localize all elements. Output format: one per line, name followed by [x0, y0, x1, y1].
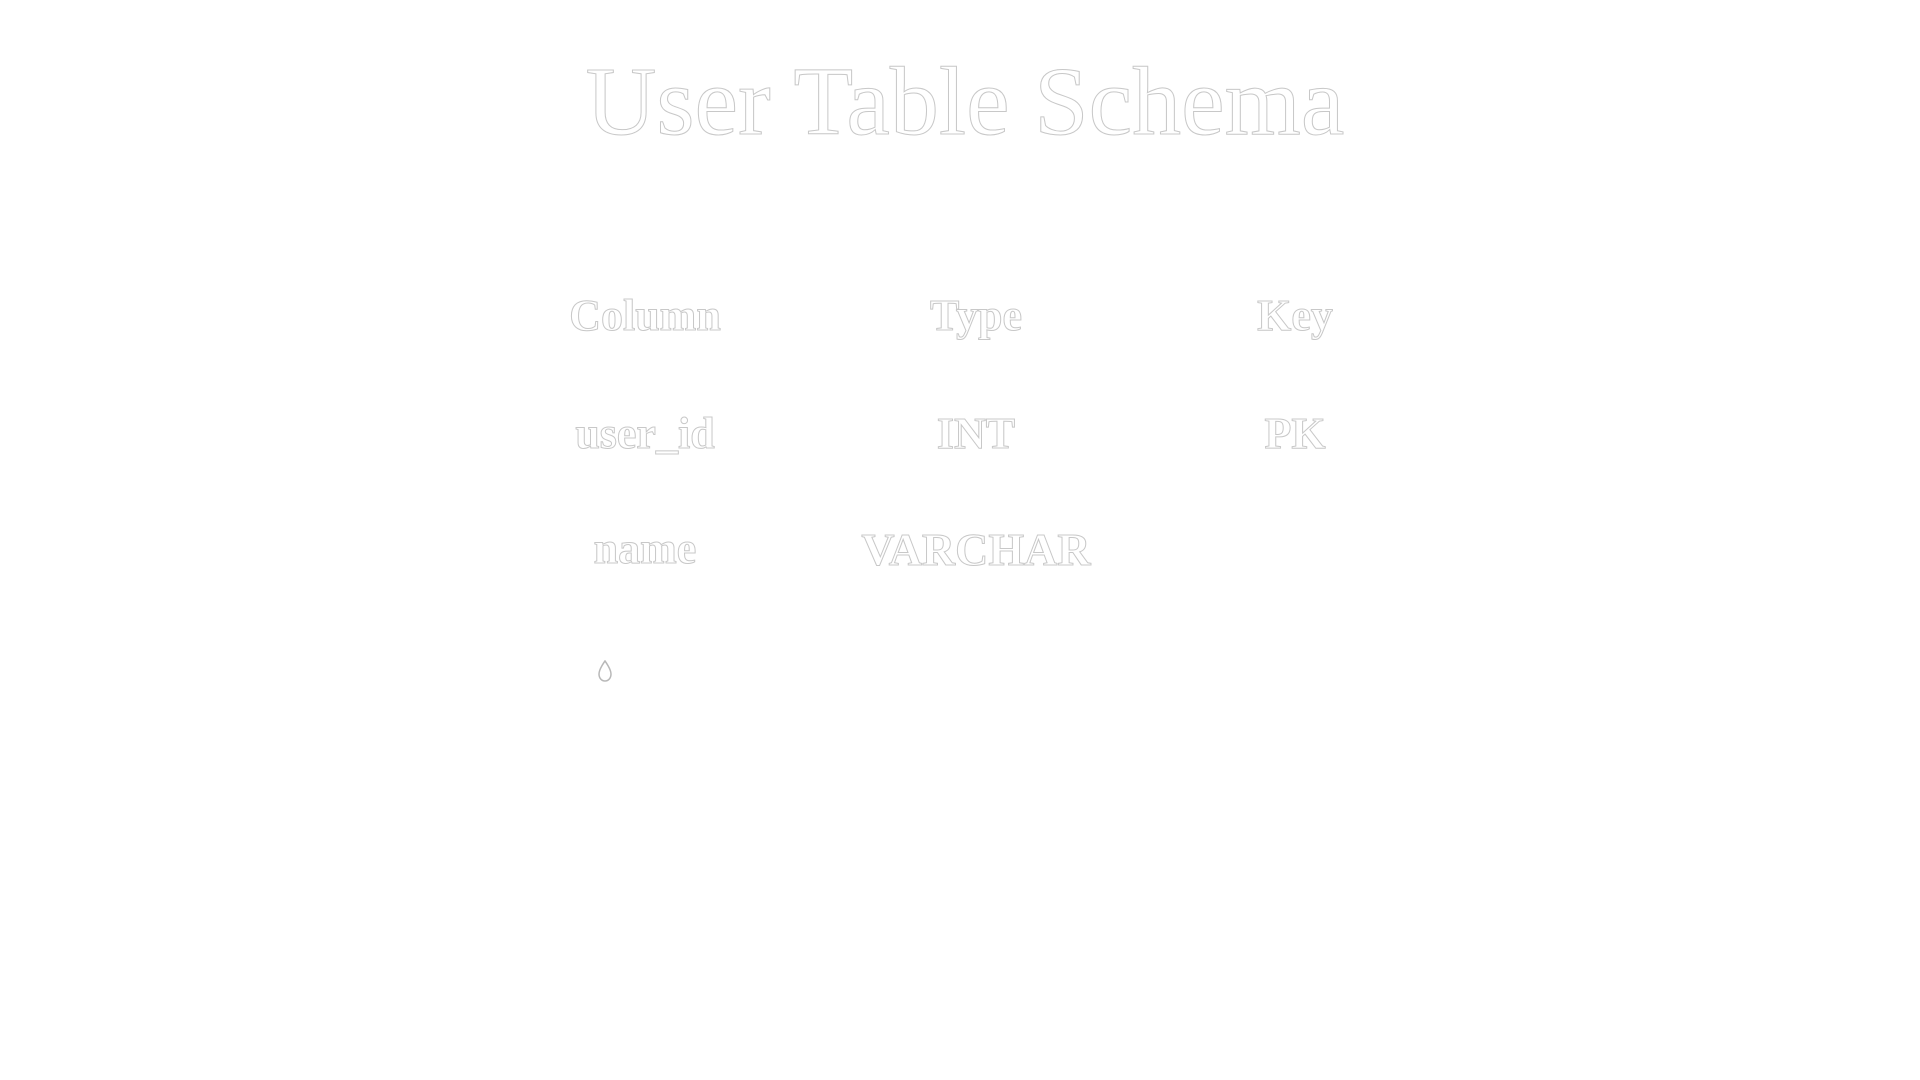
header-key: Key — [1257, 291, 1334, 341]
cell-column-user-id: user_id — [575, 409, 715, 459]
header-column: Column — [569, 291, 722, 341]
page-title: User Table Schema — [585, 48, 1345, 157]
cell-key-pk: PK — [1264, 409, 1326, 459]
cell-type-varchar: VARCHAR — [861, 524, 1091, 575]
drop-icon — [598, 660, 612, 682]
cell-type-int: INT — [936, 409, 1016, 459]
cell-column-name: name — [593, 524, 697, 574]
header-type: Type — [929, 291, 1023, 341]
